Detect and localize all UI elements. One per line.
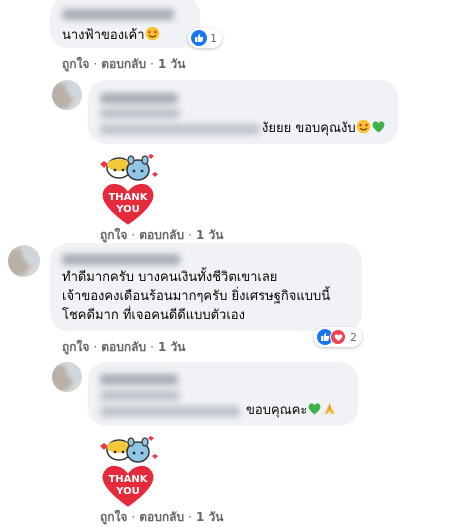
reply-link[interactable]: ตอบกลับ bbox=[139, 228, 184, 242]
reply-link[interactable]: ตอบกลับ bbox=[101, 340, 146, 354]
avatar[interactable] bbox=[8, 245, 40, 277]
reply-text-2: ขอบคุณคะ bbox=[246, 401, 337, 422]
like-link[interactable]: ถูกใจ bbox=[62, 57, 89, 71]
reply-link[interactable]: ตอบกลับ bbox=[139, 510, 184, 524]
thank-you-sticker: THANK YOU bbox=[94, 432, 162, 510]
comment-actions-2: ถูกใจ · ตอบกลับ · 1 วัน bbox=[62, 338, 185, 357]
separator-dot: · bbox=[93, 57, 98, 71]
thank-you-sticker: THANK YOU bbox=[94, 150, 162, 228]
separator-dot: · bbox=[131, 510, 136, 524]
separator-dot: · bbox=[131, 228, 136, 242]
comment-text-2-line-3: โชคดีมาก ที่เจอคนดีดีแบบตัวเอง bbox=[62, 308, 245, 323]
reaction-count-2[interactable]: 2 bbox=[314, 327, 362, 347]
reply-link[interactable]: ตอบกลับ bbox=[101, 57, 146, 71]
commenter-name-blurred[interactable] bbox=[100, 374, 178, 385]
commenter-name-blurred[interactable] bbox=[100, 93, 178, 104]
quoted-name-blurred bbox=[100, 390, 180, 401]
reply-text-1: งัยยย ขอบคุณงับ bbox=[262, 119, 386, 140]
reply-actions-2: ถูกใจ · ตอบกลับ · 1 วัน bbox=[100, 508, 223, 527]
svg-text:THANK: THANK bbox=[108, 192, 148, 203]
commenter-name-blurred[interactable] bbox=[62, 254, 180, 265]
heart-eyes-emoji bbox=[145, 26, 160, 47]
timestamp[interactable]: 1 วัน bbox=[196, 510, 223, 524]
timestamp[interactable]: 1 วัน bbox=[158, 57, 185, 71]
green-heart-emoji bbox=[371, 119, 386, 140]
timestamp[interactable]: 1 วัน bbox=[196, 228, 223, 242]
like-link[interactable]: ถูกใจ bbox=[100, 510, 127, 524]
avatar[interactable] bbox=[52, 80, 82, 110]
reaction-count-1[interactable]: 1 bbox=[188, 28, 222, 48]
comment-text-2-line-2: เจ้าของคงเดือนร้อนมากๆครับ ยิ่งเศรษฐกิจแ… bbox=[62, 289, 331, 304]
separator-dot: · bbox=[188, 510, 192, 524]
green-heart-emoji bbox=[307, 401, 322, 422]
separator-dot: · bbox=[150, 57, 154, 71]
separator-dot: · bbox=[188, 228, 192, 242]
svg-text:YOU: YOU bbox=[115, 204, 140, 215]
comment-actions-1: ถูกใจ · ตอบกลับ · 1 วัน bbox=[62, 55, 185, 74]
svg-text:THANK: THANK bbox=[108, 474, 148, 485]
avatar[interactable] bbox=[52, 362, 82, 392]
separator-dot: · bbox=[150, 340, 154, 354]
separator-dot: · bbox=[93, 340, 98, 354]
mentioned-name-blurred[interactable] bbox=[100, 406, 240, 417]
folded-hands-emoji bbox=[322, 401, 337, 422]
timestamp[interactable]: 1 วัน bbox=[158, 340, 185, 354]
comment-text-2-line-1: ทำดีมากครับ บางคนเงินทั้งชีวิตเขาเลย bbox=[62, 270, 278, 285]
like-link[interactable]: ถูกใจ bbox=[62, 340, 89, 354]
comment-text-1: นางฟ้าของเค้า bbox=[62, 26, 160, 47]
like-link[interactable]: ถูกใจ bbox=[100, 228, 127, 242]
heart-eyes-emoji bbox=[356, 119, 371, 140]
like-icon bbox=[191, 30, 207, 46]
svg-text:YOU: YOU bbox=[115, 486, 140, 497]
reaction-count-text: 1 bbox=[210, 31, 217, 45]
mentioned-name-blurred[interactable] bbox=[100, 124, 260, 135]
love-icon bbox=[330, 329, 346, 345]
quoted-name-blurred bbox=[100, 108, 180, 119]
commenter-name-blurred[interactable] bbox=[62, 9, 174, 20]
reaction-count-text: 2 bbox=[350, 330, 357, 344]
